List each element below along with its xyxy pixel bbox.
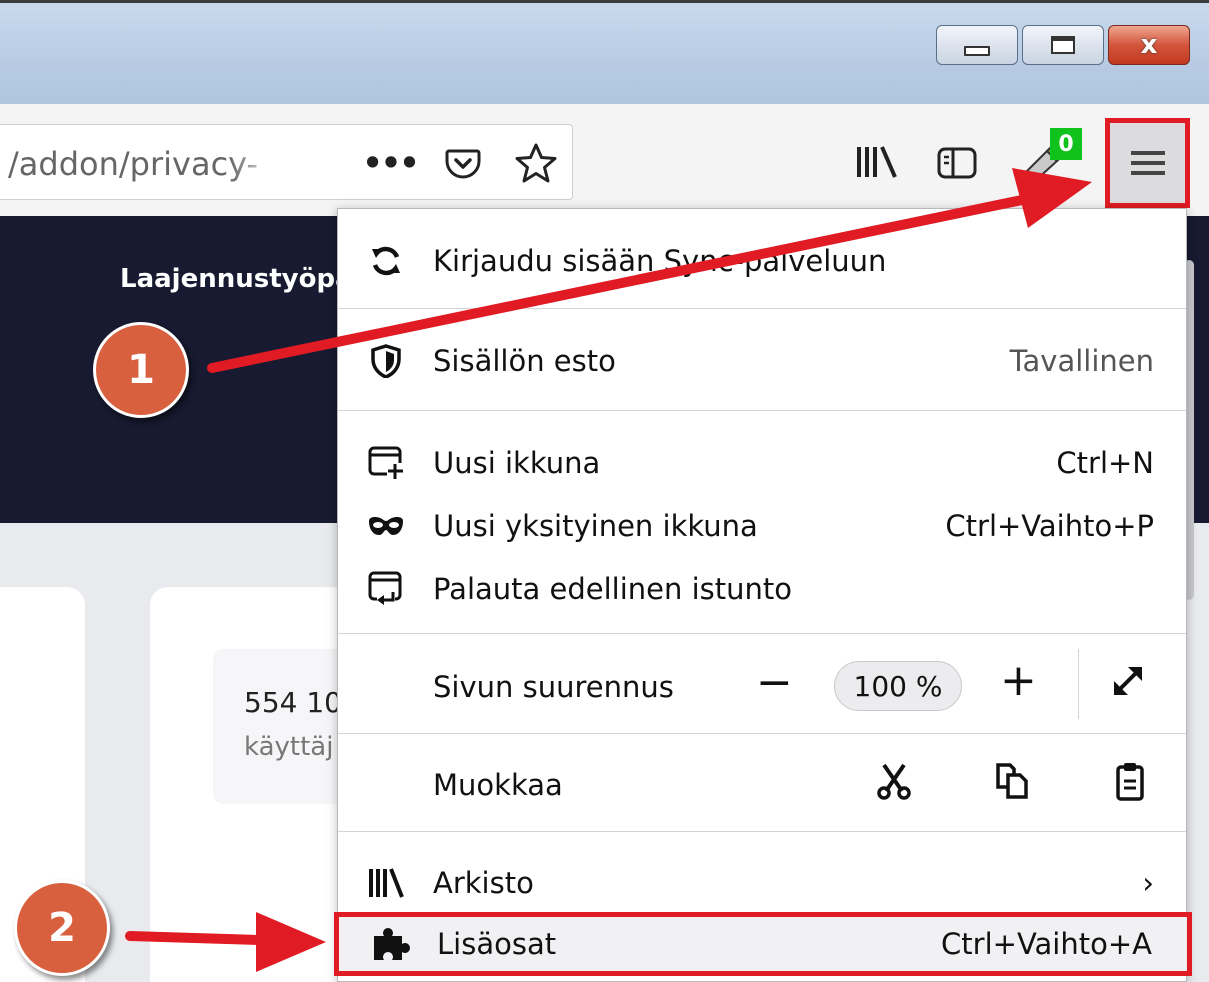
arrowhead-step-2 — [256, 912, 326, 972]
step-2-marker: 2 — [14, 880, 110, 976]
arrowhead-step-1 — [1012, 168, 1092, 228]
step-1-marker: 1 — [93, 322, 189, 418]
arrow-step-1 — [207, 195, 1027, 373]
annotation-arrows — [125, 168, 1092, 972]
arrow-step-2 — [125, 931, 265, 945]
